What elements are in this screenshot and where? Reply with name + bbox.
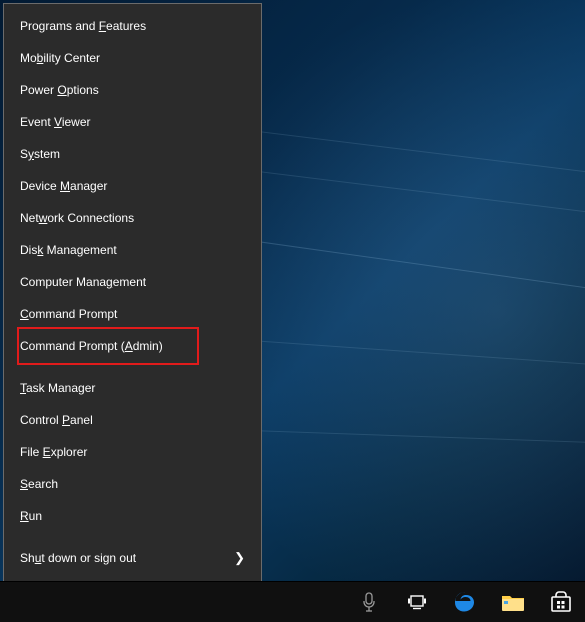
menu-item-label: File Explorer bbox=[20, 444, 87, 460]
task-view-icon bbox=[407, 594, 427, 610]
menu-item-run[interactable]: Run bbox=[4, 500, 261, 532]
taskbar bbox=[0, 581, 585, 622]
menu-item-label: Command Prompt (Admin) bbox=[20, 338, 163, 354]
edge-browser-button[interactable] bbox=[441, 582, 489, 622]
store-button[interactable] bbox=[537, 582, 585, 622]
menu-item-label: Command Prompt bbox=[20, 306, 117, 322]
menu-item-label: Search bbox=[20, 476, 58, 492]
edge-icon bbox=[453, 590, 477, 614]
menu-item-programs-and-features[interactable]: Programs and Features bbox=[4, 10, 261, 42]
winx-power-menu[interactable]: Programs and Features Mobility Center Powe… bbox=[3, 3, 262, 612]
menu-item-label: Control Panel bbox=[20, 412, 93, 428]
file-explorer-button[interactable] bbox=[489, 582, 537, 622]
menu-item-device-manager[interactable]: Device Manager bbox=[4, 170, 261, 202]
menu-item-file-explorer[interactable]: File Explorer bbox=[4, 436, 261, 468]
menu-item-disk-management[interactable]: Disk Management bbox=[4, 234, 261, 266]
menu-item-command-prompt-admin[interactable]: Command Prompt (Admin) bbox=[4, 330, 261, 362]
menu-item-label: Network Connections bbox=[20, 210, 134, 226]
menu-item-label: Task Manager bbox=[20, 380, 95, 396]
menu-item-label: Run bbox=[20, 508, 42, 524]
menu-item-label: Disk Management bbox=[20, 242, 117, 258]
chevron-right-icon: ❯ bbox=[234, 550, 245, 566]
menu-item-event-viewer[interactable]: Event Viewer bbox=[4, 106, 261, 138]
menu-item-shutdown-signout[interactable]: Shut down or sign out ❯ bbox=[4, 542, 261, 574]
folder-icon bbox=[501, 592, 525, 612]
menu-item-label: Event Viewer bbox=[20, 114, 91, 130]
menu-item-mobility-center[interactable]: Mobility Center bbox=[4, 42, 261, 74]
menu-item-system[interactable]: System bbox=[4, 138, 261, 170]
menu-item-network-connections[interactable]: Network Connections bbox=[4, 202, 261, 234]
menu-item-command-prompt[interactable]: Command Prompt bbox=[4, 298, 261, 330]
menu-item-control-panel[interactable]: Control Panel bbox=[4, 404, 261, 436]
menu-item-power-options[interactable]: Power Options bbox=[4, 74, 261, 106]
store-icon bbox=[550, 591, 572, 613]
menu-item-label: Shut down or sign out bbox=[20, 550, 136, 566]
menu-item-label: Programs and Features bbox=[20, 18, 146, 34]
task-view-button[interactable] bbox=[393, 582, 441, 622]
microphone-icon bbox=[361, 592, 377, 612]
menu-item-label: System bbox=[20, 146, 60, 162]
menu-item-label: Device Manager bbox=[20, 178, 107, 194]
menu-item-label: Computer Management bbox=[20, 274, 146, 290]
menu-item-computer-management[interactable]: Computer Management bbox=[4, 266, 261, 298]
menu-item-label: Mobility Center bbox=[20, 50, 100, 66]
menu-item-search[interactable]: Search bbox=[4, 468, 261, 500]
menu-item-task-manager[interactable]: Task Manager bbox=[4, 372, 261, 404]
menu-item-label: Power Options bbox=[20, 82, 99, 98]
cortana-mic-button[interactable] bbox=[345, 582, 393, 622]
